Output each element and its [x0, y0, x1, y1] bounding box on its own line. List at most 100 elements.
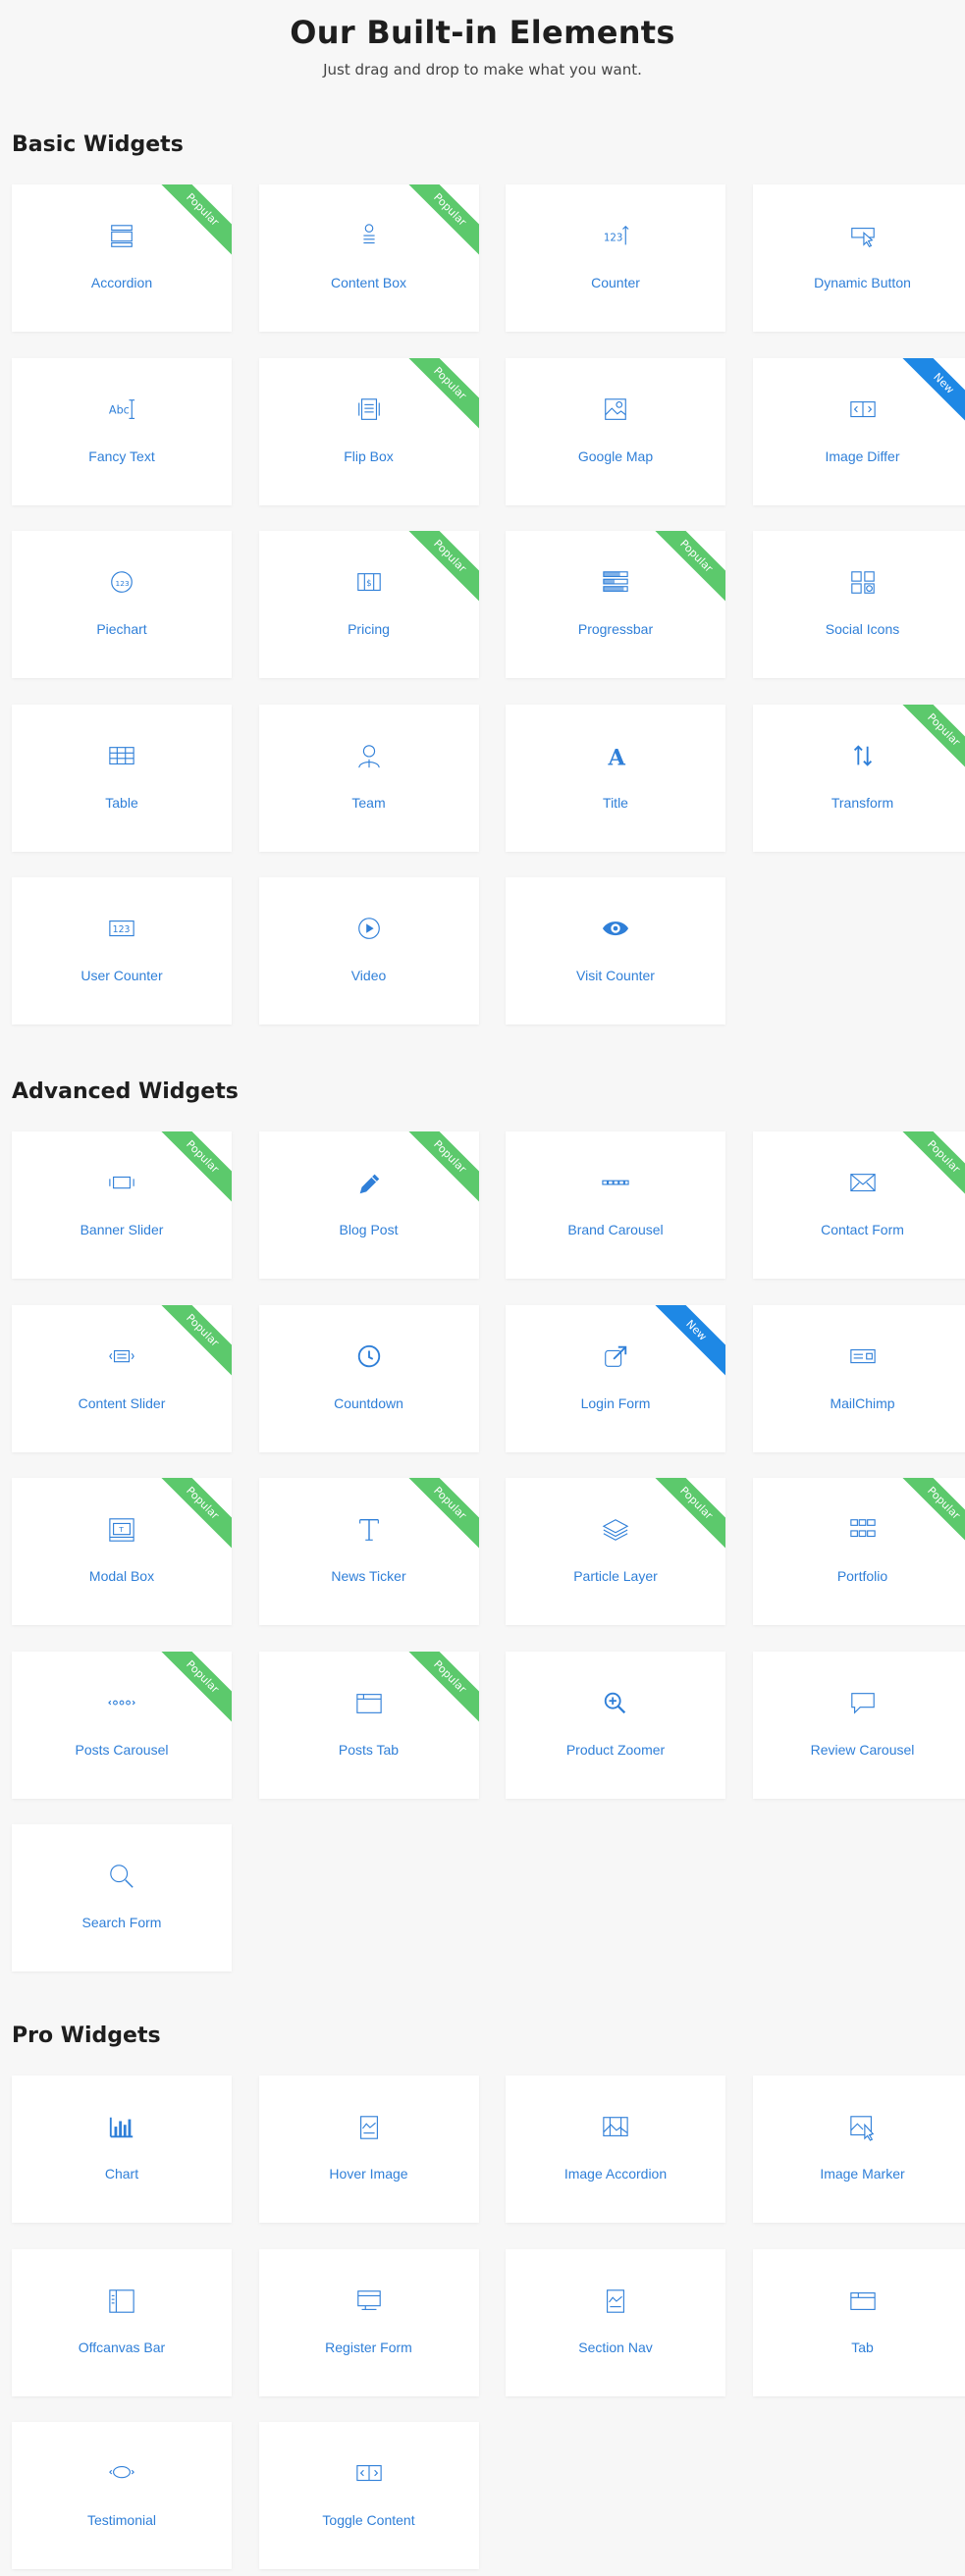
posts-carousel-icon — [12, 1689, 232, 1718]
tab-icon — [753, 2287, 965, 2316]
widget-card[interactable]: Brand Carousel — [506, 1131, 725, 1279]
widget-card[interactable]: Posts Carousel Popular — [12, 1651, 232, 1799]
table-icon — [12, 742, 232, 771]
widget-label: MailChimp — [830, 1394, 895, 1411]
widget-label: Chart — [104, 2166, 139, 2182]
widget-card[interactable]: Visit Counter — [506, 877, 725, 1025]
widget-label: Fancy Text — [88, 447, 155, 464]
social-icons-icon — [753, 568, 965, 598]
countdown-icon — [259, 1342, 479, 1372]
widget-card[interactable]: T Modal Box Popular — [12, 1478, 232, 1625]
widget-label: Brand Carousel — [567, 1222, 664, 1237]
widget-card[interactable]: Tab — [752, 2248, 965, 2396]
offcanvas-bar-icon — [12, 2287, 232, 2316]
pricing-icon: $ — [259, 568, 479, 598]
widget-card[interactable]: Social Icons — [752, 531, 965, 678]
widget-label: Hover Image — [329, 2166, 408, 2182]
widget-label: Particle Layer — [573, 1568, 658, 1584]
video-icon — [259, 915, 479, 944]
widget-card[interactable]: Content Box Popular — [258, 184, 479, 332]
hover-image-icon — [259, 2113, 479, 2142]
widget-label: Transform — [831, 794, 894, 811]
widget-card[interactable]: Progressbar Popular — [506, 531, 725, 678]
widget-card[interactable]: Review Carousel — [752, 1651, 965, 1799]
widget-label: Posts Carousel — [75, 1741, 169, 1758]
svg-text:Abc: Abc — [109, 403, 130, 416]
banner-slider-icon — [12, 1169, 232, 1198]
search-form-icon — [12, 1862, 232, 1891]
widget-label: Image Differ — [825, 447, 900, 464]
widget-card[interactable]: Portfolio Popular — [752, 1478, 965, 1625]
widget-card[interactable]: News Ticker Popular — [258, 1478, 479, 1625]
widget-card[interactable]: A Title — [506, 704, 725, 852]
widget-card[interactable]: Posts Tab Popular — [258, 1651, 479, 1799]
widget-card[interactable]: Product Zoomer — [506, 1651, 725, 1799]
accordion-icon — [12, 222, 232, 251]
news-ticker-icon — [259, 1515, 479, 1545]
widget-card[interactable]: Countdown — [258, 1304, 479, 1452]
progressbar-icon — [506, 568, 725, 598]
widget-label: Counter — [591, 275, 640, 290]
transform-icon — [753, 742, 965, 771]
widget-card[interactable]: Search Form — [12, 1824, 232, 1971]
widget-card[interactable]: Table — [12, 704, 232, 852]
widget-card[interactable]: Hover Image — [258, 2076, 479, 2223]
widget-label: Contact Form — [821, 1222, 904, 1237]
widget-card[interactable]: 123 Piechart — [12, 531, 232, 678]
widget-card[interactable]: Register Form — [258, 2248, 479, 2396]
widget-label: Title — [603, 794, 628, 811]
widget-label: Content Box — [330, 275, 407, 290]
widget-card[interactable]: Banner Slider Popular — [12, 1131, 232, 1279]
team-icon — [259, 742, 479, 771]
widget-card[interactable]: Chart — [12, 2076, 232, 2223]
widget-label: Social Icons — [825, 621, 900, 637]
widget-card[interactable]: Image Differ New — [752, 357, 965, 505]
widget-card[interactable]: Contact Form Popular — [752, 1131, 965, 1279]
widget-card[interactable]: Video — [258, 877, 479, 1025]
widget-label: Image Accordion — [563, 2166, 668, 2182]
widget-card[interactable]: Team — [258, 704, 479, 852]
widget-label: Search Form — [81, 1915, 162, 1930]
widget-card[interactable]: Content Slider Popular — [12, 1304, 232, 1452]
widget-card[interactable]: $ Pricing Popular — [258, 531, 479, 678]
visit-counter-icon — [506, 915, 725, 944]
widget-card[interactable]: Google Map — [506, 357, 725, 505]
posts-tab-icon — [259, 1689, 479, 1718]
widget-card[interactable]: Image Marker — [752, 2076, 965, 2223]
widget-label: Product Zoomer — [565, 1741, 666, 1758]
widget-label: Visit Counter — [576, 968, 655, 983]
widget-label: Pricing — [348, 621, 390, 637]
widget-card[interactable]: Abc Fancy Text — [12, 357, 232, 505]
review-carousel-icon — [753, 1689, 965, 1718]
widget-label: Register Form — [325, 2339, 412, 2355]
image-accordion-icon — [506, 2113, 725, 2142]
widget-card[interactable]: Blog Post Popular — [258, 1131, 479, 1279]
widget-card[interactable]: Transform Popular — [752, 704, 965, 852]
widget-card[interactable]: Toggle Content — [258, 2422, 479, 2569]
widget-card[interactable]: Accordion Popular — [12, 184, 232, 332]
widget-card[interactable]: 123 Counter — [506, 184, 725, 332]
widget-card[interactable]: Offcanvas Bar — [12, 2248, 232, 2396]
mailchimp-icon — [753, 1342, 965, 1372]
widget-card[interactable]: Section Nav — [506, 2248, 725, 2396]
widget-card[interactable]: Flip Box Popular — [258, 357, 479, 505]
particle-layer-icon — [506, 1515, 725, 1545]
google-map-icon — [506, 395, 725, 425]
widget-card[interactable]: Login Form New — [506, 1304, 725, 1452]
widget-card[interactable]: Particle Layer Popular — [506, 1478, 725, 1625]
contact-form-icon — [753, 1169, 965, 1198]
widget-card[interactable]: Dynamic Button — [752, 184, 965, 332]
widget-label: Piechart — [96, 621, 147, 637]
chart-icon — [12, 2113, 232, 2142]
widget-label: Review Carousel — [810, 1741, 915, 1758]
widget-card[interactable]: Image Accordion — [506, 2076, 725, 2223]
widget-card[interactable]: Testimonial — [12, 2422, 232, 2569]
widget-card[interactable]: MailChimp — [752, 1304, 965, 1452]
blog-post-icon — [259, 1169, 479, 1198]
widget-label: Banner Slider — [80, 1222, 164, 1237]
widget-label: Google Map — [577, 447, 654, 464]
toggle-content-icon — [259, 2459, 479, 2489]
widget-card[interactable]: 123 User Counter — [12, 877, 232, 1025]
section-title: Advanced Widgets — [12, 1079, 239, 1104]
brand-carousel-icon — [506, 1169, 725, 1198]
